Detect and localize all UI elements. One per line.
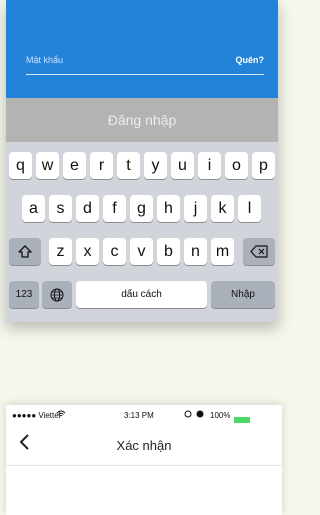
key-o[interactable]: o	[225, 152, 248, 179]
key-n[interactable]: n	[184, 238, 207, 265]
key-q[interactable]: q	[9, 152, 32, 179]
key-u[interactable]: u	[171, 152, 194, 179]
key-j[interactable]: j	[184, 195, 207, 222]
globe-icon	[50, 288, 64, 301]
backspace-icon	[250, 245, 268, 258]
key-d[interactable]: d	[76, 195, 99, 222]
numbers-key[interactable]: 123	[9, 281, 39, 308]
key-w[interactable]: w	[36, 152, 59, 179]
key-k[interactable]: k	[211, 195, 234, 222]
key-x[interactable]: x	[76, 238, 99, 265]
key-c[interactable]: c	[103, 238, 126, 265]
password-underline	[26, 74, 264, 75]
shift-key[interactable]	[9, 238, 41, 265]
key-h[interactable]: h	[157, 195, 180, 222]
password-input[interactable]: Mật khẩu	[26, 55, 63, 65]
key-a[interactable]: a	[22, 195, 45, 222]
key-l[interactable]: l	[238, 195, 261, 222]
battery-percent: 100%	[210, 411, 231, 420]
key-z[interactable]: z	[49, 238, 72, 265]
key-s[interactable]: s	[49, 195, 72, 222]
login-screen: Mật khẩu Quên? Đăng nhập q w e r t y u i…	[6, 0, 278, 322]
key-b[interactable]: b	[157, 238, 180, 265]
alarm-icon	[184, 410, 192, 420]
key-y[interactable]: y	[144, 152, 167, 179]
key-p[interactable]: p	[252, 152, 275, 179]
key-r[interactable]: r	[90, 152, 113, 179]
clock-time: 3:13 PM	[124, 411, 154, 420]
key-t[interactable]: t	[117, 152, 140, 179]
confirm-screen: ●●●●● Viettel 3:13 PM 100% Xác nhận	[6, 405, 282, 515]
lock-rotation-icon	[196, 410, 204, 420]
key-g[interactable]: g	[130, 195, 153, 222]
key-v[interactable]: v	[130, 238, 153, 265]
forgot-password-link[interactable]: Quên?	[236, 55, 265, 65]
page-title: Xác nhận	[116, 437, 172, 453]
space-key[interactable]: dấu cách	[76, 281, 207, 308]
status-bar: ●●●●● Viettel 3:13 PM 100%	[6, 405, 282, 425]
navigation-bar: Xác nhận	[6, 425, 282, 466]
delete-key[interactable]	[243, 238, 275, 265]
key-m[interactable]: m	[211, 238, 234, 265]
shift-icon	[18, 244, 32, 258]
login-form-area: Mật khẩu Quên?	[6, 0, 278, 98]
key-f[interactable]: f	[103, 195, 126, 222]
carrier-label: ●●●●● Viettel	[12, 411, 61, 420]
login-button[interactable]: Đăng nhập	[6, 98, 278, 142]
globe-key[interactable]	[42, 281, 72, 308]
onscreen-keyboard: q w e r t y u i o p a s d f g h j k l z …	[6, 142, 278, 322]
key-e[interactable]: e	[63, 152, 86, 179]
return-key[interactable]: Nhập	[211, 281, 275, 308]
wifi-icon	[56, 410, 66, 420]
key-i[interactable]: i	[198, 152, 221, 179]
